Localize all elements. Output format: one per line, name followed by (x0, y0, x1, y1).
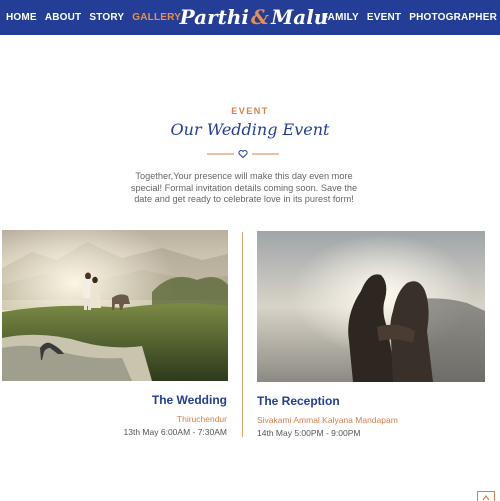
wedding-title: The Wedding (151, 393, 227, 407)
nav-right-group: FAMILY EVENT PHOTOGRAPHER (314, 0, 497, 35)
brand-name-left: Parthi (179, 5, 250, 29)
nav-gallery[interactable]: GALLERY (132, 12, 181, 23)
chevron-up-icon (482, 495, 490, 501)
section-divider (207, 150, 279, 159)
brand-logo[interactable]: Parthi & Malu (180, 3, 329, 31)
wedding-time: 13th May 6:00AM - 7:30AM (123, 427, 227, 437)
nav-home[interactable]: HOME (6, 12, 37, 23)
wedding-photo (2, 230, 228, 381)
section-eyebrow: EVENT (231, 106, 269, 116)
wedding-venue: Thiruchendur (176, 414, 227, 424)
nav-left-group: HOME ABOUT STORY GALLERY (6, 0, 189, 35)
reception-time: 14th May 5:00PM - 9:00PM (257, 428, 361, 438)
heart-icon (238, 150, 248, 159)
timeline-divider (242, 232, 243, 437)
nav-about[interactable]: ABOUT (45, 12, 82, 23)
nav-photographer[interactable]: PHOTOGRAPHER (409, 12, 497, 23)
nav-family[interactable]: FAMILY (322, 12, 359, 23)
reception-venue: Sivakami Ammal Kalyana Mandapam (257, 415, 398, 425)
scroll-top-button[interactable] (477, 491, 495, 501)
top-navbar: HOME ABOUT STORY GALLERY Parthi & Malu F… (0, 0, 500, 35)
nav-story[interactable]: STORY (89, 12, 124, 23)
reception-photo (257, 231, 485, 382)
nav-event[interactable]: EVENT (367, 12, 401, 23)
brand-ampersand: & (251, 5, 270, 29)
reception-title: The Reception (257, 394, 340, 408)
section-title: Our Wedding Event (170, 120, 330, 139)
section-intro: Together,Your presence will make this da… (130, 171, 358, 204)
